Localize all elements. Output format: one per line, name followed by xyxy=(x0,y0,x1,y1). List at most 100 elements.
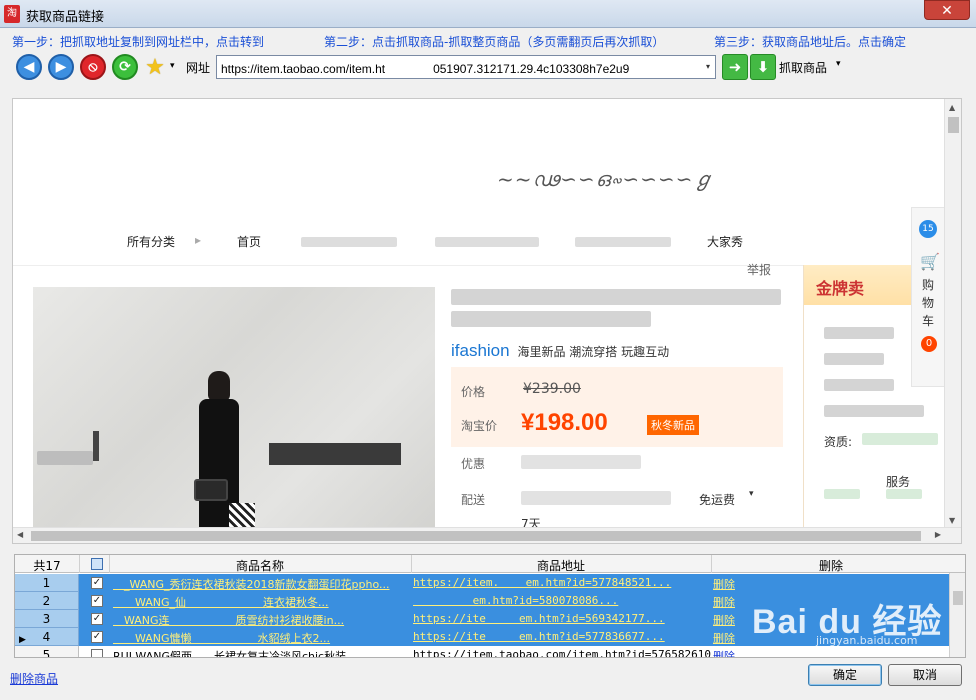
shipping-dropdown-icon[interactable]: ▾ xyxy=(749,489,754,499)
grid-header: 共17 商品名称 商品地址 删除 xyxy=(15,555,965,574)
delete-row-link[interactable]: 删除 xyxy=(713,594,735,610)
row-number: 3 xyxy=(15,610,79,628)
taobao-price-label: 淘宝价 xyxy=(461,419,498,433)
row-number: 5 xyxy=(15,646,79,657)
product-url-link[interactable]: https://ite em.htm?id=569342177... xyxy=(413,612,711,625)
product-url-link[interactable]: https://ite em.htm?id=577836677... xyxy=(413,630,711,643)
floating-cart[interactable]: 15 🛒 购物车 0 xyxy=(911,207,945,387)
service-label: 服务 xyxy=(886,475,911,489)
seller-info-blurred xyxy=(824,353,884,365)
column-header-delete[interactable]: 删除 xyxy=(711,557,951,574)
row-checkbox[interactable] xyxy=(91,649,103,657)
web-browser-view[interactable]: ~~ഢ∽∽ഒ∾∽∽∽∽ℊ 所有分类 ▸ 首页 大家秀 举报 ifashion 海… xyxy=(12,98,962,544)
scroll-right-icon[interactable]: ▶ xyxy=(935,530,941,539)
stop-button[interactable]: ⦸ xyxy=(80,54,106,80)
cancel-button[interactable]: 取消 xyxy=(888,664,962,686)
shipping-blurred xyxy=(521,491,671,505)
select-all-checkbox[interactable] xyxy=(91,558,103,570)
grab-dropdown-icon[interactable]: ▾ xyxy=(836,59,841,69)
title-line xyxy=(451,289,781,305)
image-detail xyxy=(194,479,228,501)
baidu-watermark-url: jingyan.baidu.com xyxy=(816,634,918,647)
shop-logo: ~~ഢ∽∽ഒ∾∽∽∽∽ℊ xyxy=(497,167,715,191)
product-name-link[interactable]: WANG慵懒 水貂绒上衣2... xyxy=(113,630,409,646)
image-detail xyxy=(93,431,99,461)
price-label: 价格 xyxy=(461,385,486,399)
title-line xyxy=(451,311,651,327)
grab-products-button[interactable]: 抓取商品 xyxy=(779,59,827,76)
title-bar: 淘 获取商品链接 ✕ xyxy=(0,0,976,28)
brand-row: ifashion 海里新品 潮流穿搭 玩趣互动 xyxy=(451,341,669,361)
delete-row-link[interactable]: 删除 xyxy=(713,630,735,646)
nav-home[interactable]: 首页 xyxy=(237,233,261,250)
column-header-name[interactable]: 商品名称 xyxy=(109,557,411,574)
refresh-button[interactable]: ⟳ xyxy=(112,54,138,80)
favorite-button[interactable]: ★ xyxy=(142,54,168,80)
report-link[interactable]: 举报 xyxy=(747,261,771,278)
product-name-link[interactable]: WANG连 质雪纺衬衫裙收腰in... xyxy=(113,612,409,628)
scroll-up-icon[interactable]: ▲ xyxy=(949,103,955,112)
toolbar: ◀ ▶ ⦸ ⟳ ★ ▾ 网址 ▾ ➜ ⬇ 抓取商品 ▾ xyxy=(0,50,976,84)
row-number: 1 xyxy=(15,574,79,592)
table-row[interactable]: 5 RUI WANG假两 长裙女复古冷淡风chic秋装 https://item… xyxy=(15,646,951,657)
image-detail xyxy=(208,371,230,401)
go-arrow-icon: ➜ xyxy=(728,58,742,76)
go-button[interactable]: ➜ xyxy=(722,54,748,80)
scroll-left-icon[interactable]: ◀ xyxy=(17,530,23,539)
old-price: ¥239.00 xyxy=(523,381,581,397)
nav-item-blurred[interactable] xyxy=(575,237,671,247)
grid-vertical-scrollbar[interactable] xyxy=(949,573,965,657)
row-checkbox[interactable]: ✓ xyxy=(91,595,103,607)
product-name-link[interactable]: RUI WANG假两 长裙女复古冷淡风chic秋装 xyxy=(113,648,409,657)
app-window: 淘 获取商品链接 ✕ 第一步：把抓取地址复制到网址栏中，点击转到 第二步：点击抓… xyxy=(0,0,976,700)
rating-blurred xyxy=(886,489,922,499)
product-name-link[interactable]: _WANG_秀衍连衣裙秋装2018新款女翻蛋印花ppho... xyxy=(113,576,409,592)
discount-label: 优惠 xyxy=(461,457,486,471)
scroll-thumb[interactable] xyxy=(953,591,963,605)
product-url-link[interactable]: em.htm?id=580078086... xyxy=(413,594,711,607)
nav-all-categories[interactable]: 所有分类 xyxy=(127,233,175,250)
grab-button-icon[interactable]: ⬇ xyxy=(750,54,776,80)
cart-bubble-badge: 15 xyxy=(919,220,937,238)
total-count: 共17 xyxy=(33,559,61,573)
product-image[interactable] xyxy=(33,287,435,537)
delete-products-link[interactable]: 删除商品 xyxy=(10,670,58,687)
discount-blurred xyxy=(521,455,641,469)
window-title: 获取商品链接 xyxy=(26,10,105,25)
address-label: 网址 xyxy=(186,61,211,75)
row-checkbox[interactable]: ✓ xyxy=(91,577,103,589)
delete-row-link[interactable]: 删除 xyxy=(713,576,735,592)
row-checkbox[interactable]: ✓ xyxy=(91,613,103,625)
image-detail xyxy=(37,451,93,465)
favorite-dropdown-icon[interactable]: ▾ xyxy=(170,61,175,71)
address-dropdown-icon[interactable]: ▾ xyxy=(702,56,714,78)
column-header-url[interactable]: 商品地址 xyxy=(411,557,711,574)
scroll-down-icon[interactable]: ▼ xyxy=(949,516,955,525)
browser-vertical-scrollbar[interactable]: ▲ ▼ xyxy=(944,99,961,529)
row-checkbox[interactable]: ✓ xyxy=(91,631,103,643)
delete-row-link[interactable]: 删除 xyxy=(713,648,735,657)
ifashion-logo: ifashion xyxy=(451,341,510,360)
back-button[interactable]: ◀ xyxy=(16,54,42,80)
product-name-link[interactable]: WANG_仙 连衣裙秋冬... xyxy=(113,594,409,610)
image-detail xyxy=(269,443,401,465)
delete-row-link[interactable]: 删除 xyxy=(713,612,735,628)
nav-buyer-show[interactable]: 大家秀 xyxy=(707,233,743,250)
scroll-thumb[interactable] xyxy=(948,117,959,133)
nav-item-blurred[interactable] xyxy=(435,237,539,247)
address-input[interactable] xyxy=(216,55,716,79)
ok-button[interactable]: 确定 xyxy=(808,664,882,686)
nav-arrow-icon: ▸ xyxy=(195,233,202,247)
browser-horizontal-scrollbar[interactable]: ◀ ▶ xyxy=(13,527,961,543)
product-url-link[interactable]: https://item. em.htm?id=577848521... xyxy=(413,576,711,589)
forward-icon: ▶ xyxy=(55,59,67,75)
close-button[interactable]: ✕ xyxy=(924,0,970,20)
product-url-link[interactable]: https://item.taobao.com/item.htm?id=5765… xyxy=(413,648,711,657)
forward-button[interactable]: ▶ xyxy=(48,54,74,80)
table-row[interactable]: 1 ✓ _WANG_秀衍连衣裙秋装2018新款女翻蛋印花ppho... http… xyxy=(15,574,951,592)
nav-item-blurred[interactable] xyxy=(301,237,397,247)
scroll-thumb[interactable] xyxy=(31,531,921,541)
column-separator xyxy=(79,555,80,573)
download-icon: ⬇ xyxy=(756,58,770,76)
shop-nav: 所有分类 ▸ 首页 大家秀 xyxy=(13,227,943,253)
